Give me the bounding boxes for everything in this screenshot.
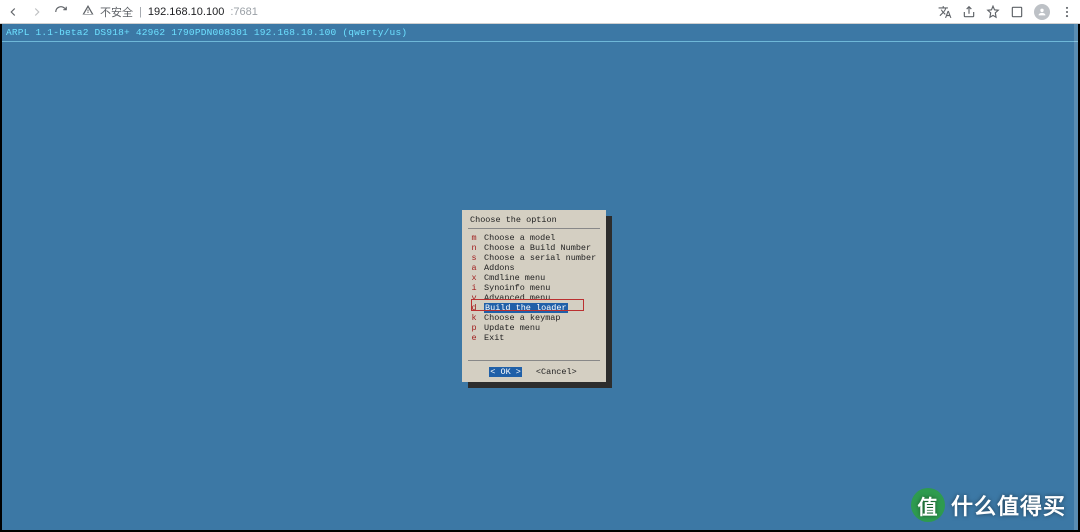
- scrollbar[interactable]: [1074, 24, 1078, 530]
- address-bar[interactable]: 不安全 | 192.168.10.100:7681: [76, 4, 930, 20]
- url-host: 192.168.10.100: [148, 6, 224, 18]
- watermark: 值 什么值得买: [911, 488, 1066, 522]
- menu-item-synoinfo[interactable]: iSynoinfo menu: [470, 283, 598, 293]
- dialog-separator: [468, 228, 600, 229]
- reload-button[interactable]: [54, 5, 68, 19]
- browser-actions: [938, 4, 1074, 20]
- watermark-badge: 值: [911, 488, 945, 522]
- forward-button[interactable]: [30, 5, 44, 19]
- browser-toolbar: 不安全 | 192.168.10.100:7681: [0, 0, 1080, 24]
- menu-item-exit[interactable]: eExit: [470, 333, 598, 343]
- window-icon[interactable]: [1010, 5, 1024, 19]
- cancel-button[interactable]: Cancel: [534, 367, 579, 377]
- menu-icon[interactable]: [1060, 5, 1074, 19]
- security-label: 不安全: [100, 4, 133, 20]
- nav-buttons: [6, 5, 68, 19]
- ok-button[interactable]: OK: [489, 367, 522, 377]
- menu-item-model[interactable]: mChoose a model: [470, 233, 598, 243]
- terminal-status-line: ARPL 1.1-beta2 DS918+ 42962 1790PDN00830…: [2, 24, 1078, 42]
- share-icon[interactable]: [962, 5, 976, 19]
- menu-item-serial-number[interactable]: sChoose a serial number: [470, 253, 598, 263]
- back-button[interactable]: [6, 5, 20, 19]
- translate-icon[interactable]: [938, 5, 952, 19]
- dialog-title: Choose the option: [462, 210, 606, 228]
- menu-item-build-loader[interactable]: dBuild the loader: [470, 303, 598, 313]
- option-dialog: Choose the option mChoose a model nChoos…: [462, 210, 606, 382]
- menu-item-build-number[interactable]: nChoose a Build Number: [470, 243, 598, 253]
- menu-item-addons[interactable]: aAddons: [470, 263, 598, 273]
- menu-item-advanced[interactable]: vAdvanced menu: [470, 293, 598, 303]
- profile-avatar[interactable]: [1034, 4, 1050, 20]
- menu-item-cmdline[interactable]: xCmdline menu: [470, 273, 598, 283]
- dialog-buttons: OK Cancel: [468, 360, 600, 382]
- insecure-icon: [82, 4, 94, 19]
- terminal-viewport: ARPL 1.1-beta2 DS918+ 42962 1790PDN00830…: [2, 24, 1078, 530]
- dialog-menu: mChoose a model nChoose a Build Number s…: [462, 233, 606, 343]
- bookmark-icon[interactable]: [986, 5, 1000, 19]
- menu-item-keymap[interactable]: kChoose a keymap: [470, 313, 598, 323]
- url-port: :7681: [230, 6, 258, 18]
- watermark-text: 什么值得买: [951, 489, 1066, 521]
- menu-item-update[interactable]: pUpdate menu: [470, 323, 598, 333]
